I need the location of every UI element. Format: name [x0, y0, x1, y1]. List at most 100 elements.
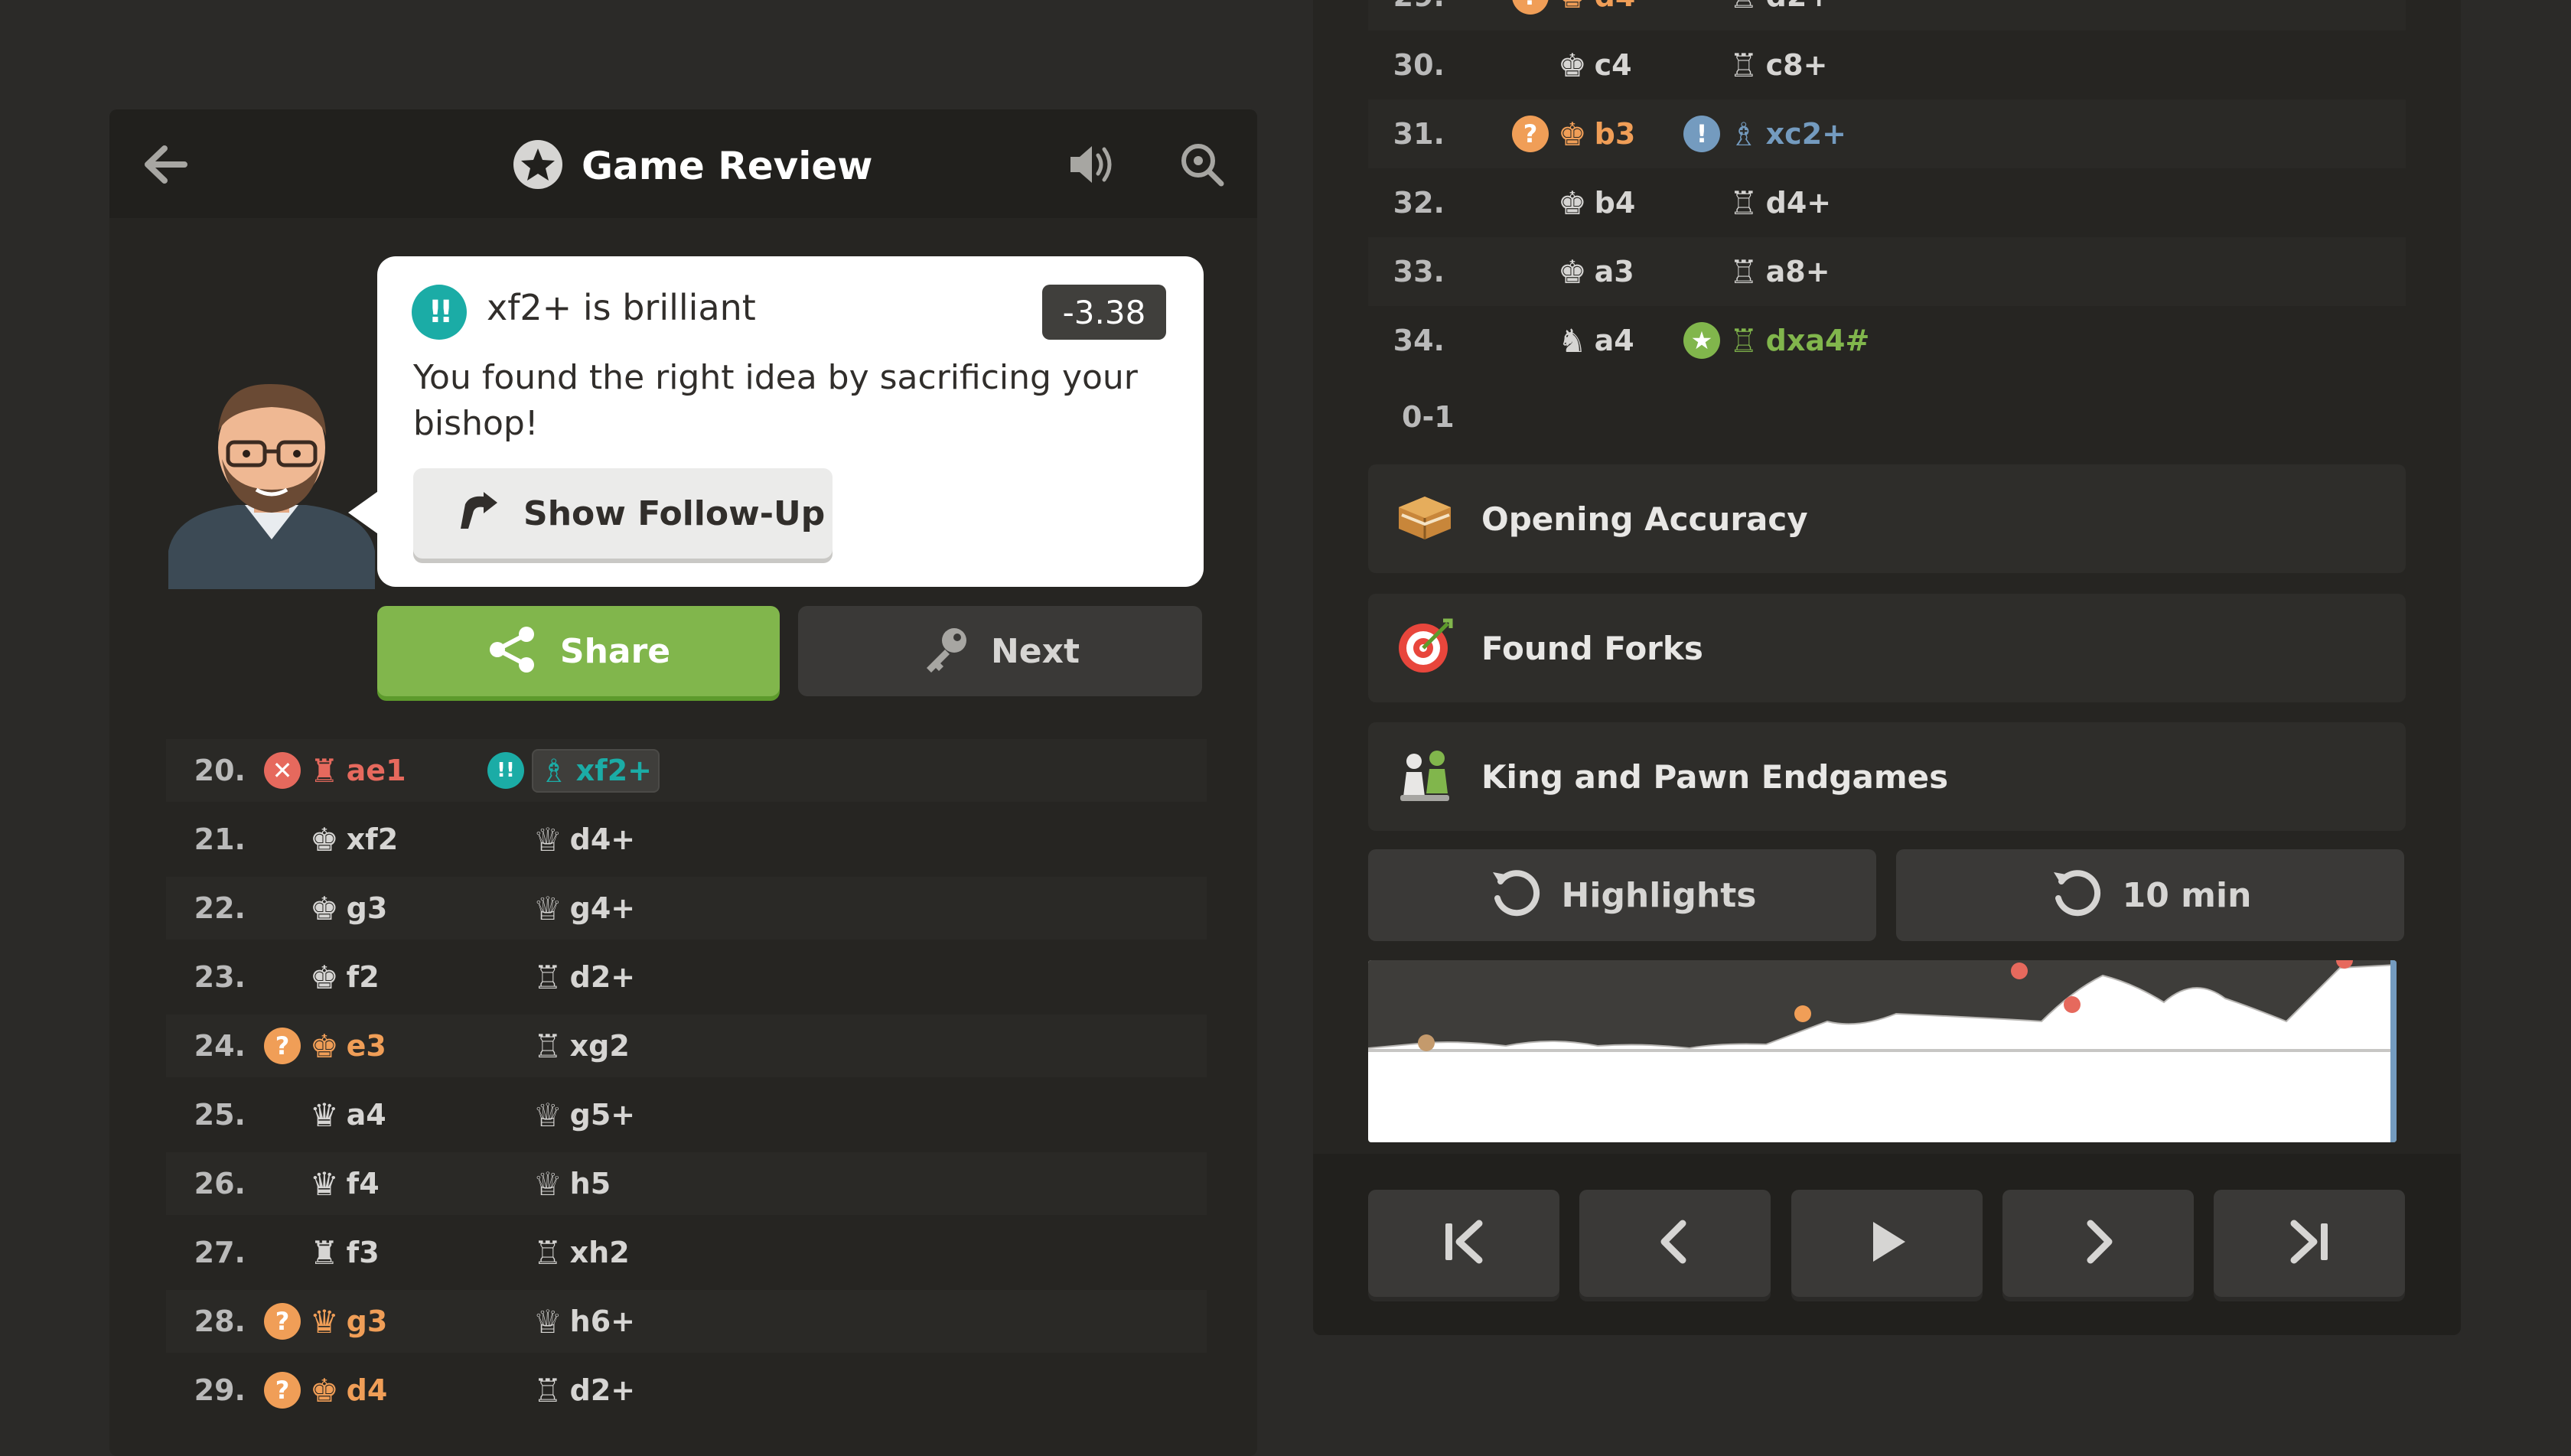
game-result-row: 0-1 — [1368, 383, 2406, 451]
speaker-icon[interactable] — [1065, 138, 1119, 191]
move-row: 30. ♚ c4 ♖ c8+ — [1368, 31, 2406, 99]
white-move[interactable]: ♜ f3 — [264, 1234, 380, 1272]
first-move-icon — [1441, 1219, 1487, 1268]
black-move[interactable]: ★ ♖ dxa4# — [1683, 322, 1869, 360]
move-notation: ♛ a4 — [310, 1096, 386, 1134]
black-move[interactable]: ♖ xg2 — [487, 1028, 630, 1065]
black-move[interactable]: ! ♗ xc2+ — [1683, 116, 1846, 153]
piece-icon: ♚ — [1558, 0, 1587, 15]
move-san: d2+ — [1766, 0, 1831, 13]
move-number: 29. — [194, 1373, 246, 1407]
book-icon — [1396, 490, 1454, 547]
move-notation: ♛ f4 — [310, 1165, 380, 1203]
last-move-icon — [2286, 1219, 2332, 1268]
move-notation: ♚ a3 — [1558, 253, 1634, 291]
theme-opening-accuracy[interactable]: Opening Accuracy — [1368, 464, 2406, 573]
white-move[interactable]: ?♚d4 — [1512, 0, 1635, 15]
piece-icon: ♚ — [310, 1371, 339, 1409]
move-san: g4+ — [569, 891, 636, 925]
back-arrow-icon[interactable] — [138, 138, 191, 191]
move-notation: ♕ h5 — [533, 1165, 611, 1203]
white-move[interactable]: ♚ f2 — [264, 959, 380, 996]
white-move[interactable]: ? ♚ b3 — [1512, 116, 1635, 153]
white-move[interactable]: ♚ xf2 — [264, 821, 398, 858]
piece-icon: ♖ — [533, 958, 562, 996]
black-move[interactable]: ♖d2+ — [487, 1372, 635, 1409]
piece-icon: ♖ — [533, 1371, 562, 1409]
black-move[interactable]: ♖ c8+ — [1683, 47, 1827, 84]
piece-icon: ♚ — [1558, 252, 1587, 291]
highlights-button[interactable]: Highlights — [1368, 849, 1876, 941]
share-button[interactable]: Share — [377, 606, 780, 696]
white-move[interactable]: ? ♚ e3 — [264, 1028, 386, 1065]
white-move[interactable]: ♚ b4 — [1512, 184, 1635, 222]
piece-icon: ♜ — [310, 751, 339, 790]
white-move[interactable]: ♚ a3 — [1512, 253, 1634, 291]
move-san: a8+ — [1765, 255, 1830, 288]
play-button[interactable] — [1791, 1190, 1983, 1297]
inaccuracy-icon: ! — [1683, 116, 1720, 152]
white-move[interactable]: ?♚d4 — [264, 1372, 387, 1409]
black-move[interactable]: ♕ h6+ — [487, 1303, 635, 1340]
move-san: d2+ — [569, 960, 636, 994]
first-move-button[interactable] — [1368, 1190, 1559, 1297]
piece-icon: ♚ — [310, 820, 339, 858]
piece-icon: ♚ — [1558, 115, 1587, 153]
black-move[interactable]: ♖d2+ — [487, 959, 635, 996]
piece-icon: ♛ — [310, 1096, 339, 1134]
white-move[interactable]: ♛ a4 — [264, 1096, 386, 1134]
evaluation-graph[interactable] — [1368, 960, 2397, 1142]
move-notation: ♖ d4+ — [1729, 184, 1831, 222]
move-notation: ♚ c4 — [1558, 47, 1632, 84]
black-move[interactable]: ♖ d2+ — [1683, 0, 1831, 15]
previous-move-button[interactable] — [1579, 1190, 1771, 1297]
move-number: 24. — [194, 1029, 246, 1063]
move-san: d2+ — [569, 1373, 636, 1407]
best-icon: ★ — [1683, 322, 1720, 359]
piece-icon: ♖ — [1729, 0, 1758, 15]
black-move[interactable]: ♖ xh2 — [487, 1234, 630, 1272]
move-row: 26. ♛ f4 ♕ h5 — [166, 1152, 1207, 1215]
move-san: d4+ — [1765, 186, 1832, 220]
black-move[interactable]: ♕ d4+ — [487, 821, 635, 858]
move-row: 25. ♛ a4 ♕ g5+ — [166, 1083, 1207, 1146]
black-move[interactable]: ♖ d4+ — [1683, 184, 1831, 222]
move-san: h6+ — [569, 1305, 635, 1338]
coach-avatar — [168, 375, 375, 589]
next-button[interactable]: Next — [798, 606, 1202, 696]
white-move[interactable]: ♚ g3 — [264, 890, 387, 927]
move-row: 32. ♚ b4 ♖ d4+ — [1368, 168, 2406, 237]
black-move[interactable]: ♖ a8+ — [1683, 253, 1830, 291]
move-row: 29.?♚d4♖d2+ — [1368, 0, 2406, 31]
move-san: e3 — [346, 1029, 386, 1063]
move-notation: ♚ b3 — [1558, 116, 1635, 153]
last-move-button[interactable] — [2214, 1190, 2405, 1297]
magnifier-icon[interactable] — [1175, 138, 1229, 191]
move-row: 21. ♚ xf2 ♕ d4+ — [166, 808, 1207, 871]
move-notation: ♚ d4 — [1558, 0, 1635, 15]
show-follow-up-button[interactable]: Show Follow-Up — [413, 468, 833, 559]
move-notation: ♕ g4+ — [533, 890, 635, 927]
white-move[interactable]: ♚ c4 — [1512, 47, 1632, 84]
move-number: 20. — [194, 754, 246, 787]
ten-minute-replay-button[interactable]: 10 min — [1896, 849, 2404, 941]
white-move[interactable]: ✕ ♜ ae1 — [264, 752, 406, 790]
black-move[interactable]: !! ♗ xf2+ — [487, 750, 658, 791]
black-move[interactable]: ♕ h5 — [487, 1165, 611, 1203]
theme-king-and-pawn-endgames[interactable]: King and Pawn Endgames — [1368, 722, 2406, 831]
piece-icon: ♖ — [1729, 46, 1758, 84]
white-move[interactable]: ♛ f4 — [264, 1165, 380, 1203]
move-san: f2 — [346, 960, 380, 994]
black-move[interactable]: ♕ g5+ — [487, 1096, 635, 1134]
move-notation: ♕ d4+ — [533, 821, 635, 858]
white-move[interactable]: ♞ a4 — [1512, 322, 1634, 360]
move-san: g5+ — [569, 1098, 636, 1132]
next-move-button[interactable] — [2002, 1190, 2194, 1297]
piece-icon: ♖ — [533, 1027, 562, 1065]
move-notation: ♖ a8+ — [1729, 253, 1830, 291]
move-row: 29. ?♚d4 ♖d2+ — [166, 1359, 1207, 1422]
move-row: 20. ✕ ♜ ae1 !! ♗ xf2+ — [166, 739, 1207, 802]
white-move[interactable]: ? ♛ g3 — [264, 1303, 387, 1340]
theme-found-forks[interactable]: Found Forks — [1368, 594, 2406, 702]
black-move[interactable]: ♕ g4+ — [487, 890, 635, 927]
